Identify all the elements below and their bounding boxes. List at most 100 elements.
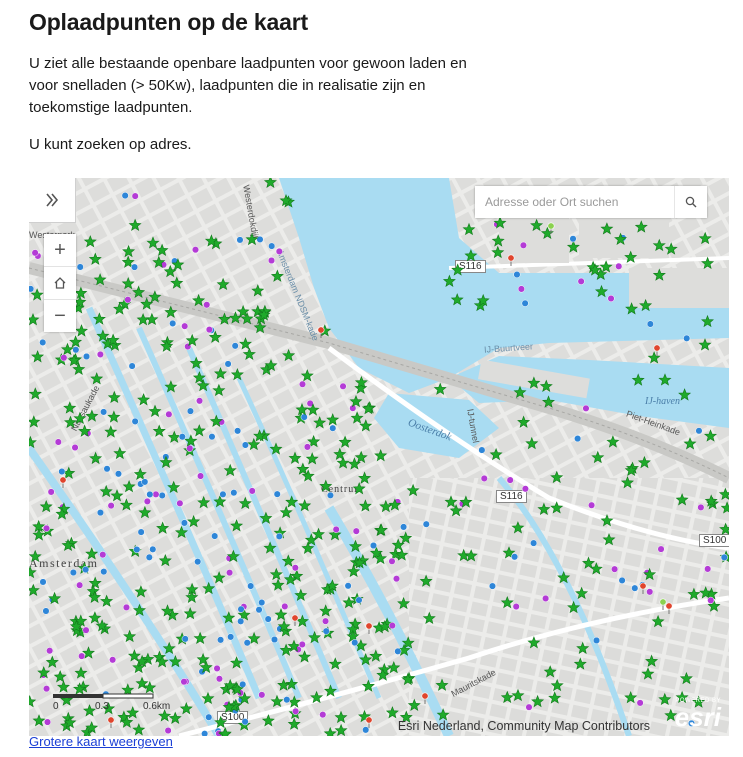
zoom-in-button[interactable]: + (44, 234, 76, 267)
star-marker (230, 519, 244, 532)
star-marker (527, 636, 541, 649)
purple-dot-marker (124, 296, 132, 304)
star-marker (192, 424, 206, 437)
purple-dot-marker (588, 501, 596, 509)
star-marker (444, 495, 458, 508)
star-marker (138, 505, 152, 519)
star-marker (122, 479, 136, 493)
purple-dot-marker (607, 294, 615, 303)
star-marker (162, 641, 176, 655)
star-marker (89, 451, 103, 465)
purple-dot-marker (191, 246, 200, 254)
star-marker (539, 379, 553, 392)
purple-dot-marker (43, 718, 52, 726)
blue-dot-marker (133, 545, 141, 554)
star-marker (184, 434, 198, 447)
star-marker (261, 714, 275, 727)
purple-dot-marker (248, 487, 256, 495)
star-marker (29, 387, 42, 400)
star-marker (104, 425, 118, 438)
star-marker (57, 680, 70, 693)
blue-dot-marker (344, 582, 352, 590)
home-button[interactable] (44, 267, 76, 300)
blue-dot-marker (400, 523, 408, 531)
star-marker (550, 501, 564, 514)
purple-dot-marker (512, 603, 520, 611)
blue-dot-marker (211, 532, 219, 540)
star-marker (575, 586, 589, 600)
purple-dot-marker (636, 699, 644, 707)
blue-dot-marker (230, 489, 238, 497)
pin-marker (59, 476, 67, 488)
star-marker (300, 369, 314, 382)
blue-dot-marker (39, 338, 47, 346)
zoom-out-button[interactable]: − (44, 300, 76, 332)
map-view[interactable]: Amsterdam NDSM-kade Westerdokdijk IJ-Buu… (29, 178, 729, 736)
star-marker (164, 305, 178, 318)
star-marker (242, 347, 256, 360)
star-marker (625, 302, 639, 315)
blue-dot-marker (247, 582, 255, 590)
star-marker (557, 570, 571, 584)
blue-dot-marker (695, 427, 703, 435)
star-marker (359, 652, 373, 666)
blue-dot-marker (128, 362, 136, 370)
star-marker (167, 480, 181, 493)
star-marker (64, 415, 77, 429)
purple-dot-marker (164, 726, 172, 735)
star-marker (100, 594, 114, 607)
star-marker (652, 268, 666, 281)
star-marker (312, 527, 325, 540)
star-marker (606, 435, 620, 448)
blue-dot-marker (241, 718, 249, 726)
star-marker (271, 578, 285, 591)
purple-dot-marker (517, 285, 525, 293)
purple-dot-marker (71, 443, 79, 452)
star-marker (319, 479, 333, 492)
star-marker (32, 528, 46, 541)
purple-dot-marker (82, 626, 90, 634)
blue-dot-marker (96, 509, 104, 517)
star-marker (140, 297, 154, 310)
purple-dot-marker (521, 485, 529, 493)
star-marker (187, 514, 201, 528)
search-button[interactable] (674, 186, 707, 218)
star-marker (566, 240, 580, 253)
star-marker (391, 538, 405, 551)
scale-tick-1: 0.3 (95, 701, 109, 712)
star-marker (419, 574, 433, 587)
star-marker (652, 238, 666, 252)
blue-dot-marker (208, 433, 216, 441)
star-marker (238, 496, 252, 510)
star-marker (701, 314, 714, 328)
larger-map-link[interactable]: Grotere kaart weergeven (29, 734, 173, 749)
star-marker (192, 293, 206, 307)
star-marker (301, 541, 315, 554)
purple-dot-marker (352, 527, 360, 535)
star-marker (132, 285, 146, 298)
star-marker (550, 678, 564, 692)
charging-point-markers (29, 178, 729, 736)
star-marker (489, 447, 503, 461)
star-marker (385, 706, 399, 719)
star-marker (517, 415, 531, 428)
star-marker (223, 463, 237, 477)
star-marker (295, 614, 309, 627)
blue-dot-marker (326, 491, 334, 499)
esri-logo: POWERED BY esri (674, 698, 721, 732)
purple-dot-marker (582, 404, 590, 412)
purple-dot-marker (339, 382, 347, 390)
blue-dot-marker (82, 352, 91, 361)
star-marker (641, 667, 655, 680)
star-marker (279, 505, 293, 519)
star-marker (543, 665, 557, 678)
star-marker (45, 655, 59, 668)
address-search-input[interactable] (475, 186, 674, 218)
star-marker (107, 390, 121, 404)
star-marker (687, 587, 701, 600)
expand-panel-button[interactable] (29, 178, 76, 223)
blue-dot-marker (264, 615, 272, 623)
star-marker (591, 450, 605, 464)
purple-dot-marker (31, 249, 39, 257)
star-marker (527, 376, 541, 389)
